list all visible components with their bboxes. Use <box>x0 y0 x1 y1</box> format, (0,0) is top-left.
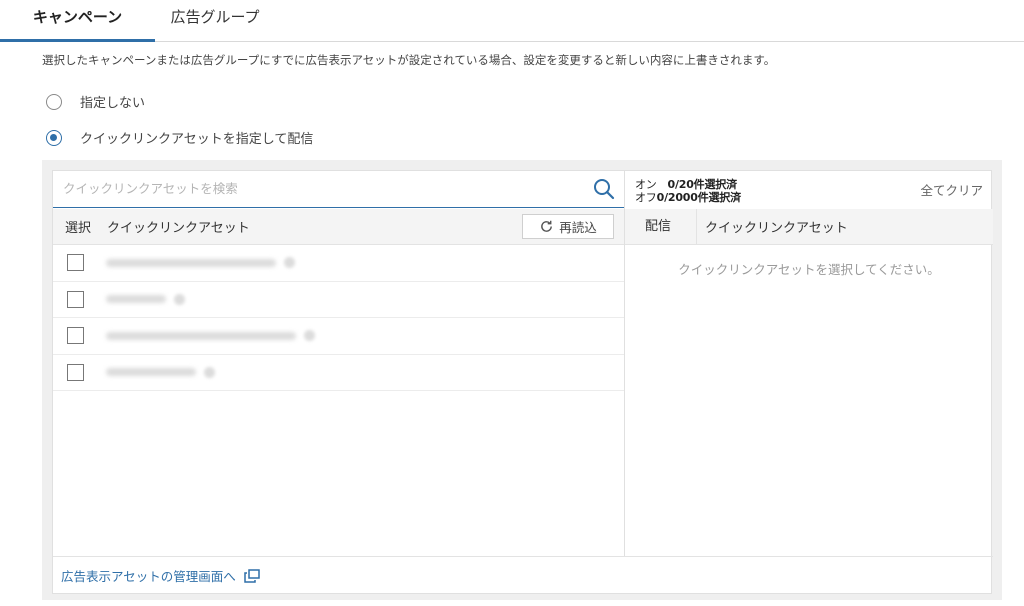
search-bar <box>53 171 624 208</box>
blurred-asset-name <box>106 295 166 304</box>
column-header-quicklink-asset: クイックリンクアセット <box>705 221 848 236</box>
blurred-asset-name <box>106 331 296 340</box>
radio-label: 指定しない <box>80 96 146 111</box>
blurred-asset-name <box>106 368 196 377</box>
row-checkbox[interactable] <box>67 254 84 272</box>
refresh-icon <box>541 220 553 232</box>
info-icon <box>204 366 215 378</box>
blurred-asset-name <box>106 258 276 267</box>
info-icon <box>284 257 295 269</box>
info-icon <box>304 330 315 342</box>
row-checkbox[interactable] <box>67 363 84 381</box>
table-row[interactable] <box>53 355 624 391</box>
table-row[interactable] <box>53 282 624 318</box>
row-checkbox[interactable] <box>67 290 84 308</box>
selected-assets-header: 配信 クイックリンクアセット <box>625 208 993 245</box>
table-row[interactable] <box>53 245 624 282</box>
radio-button[interactable] <box>46 93 62 110</box>
overwrite-notice: 選択したキャンペーンまたは広告グループにすでに広告表示アセットが設定されている場… <box>42 53 776 67</box>
reload-label: 再読込 <box>559 220 597 235</box>
reload-button[interactable]: 再読込 <box>522 214 614 239</box>
selected-assets-pane: オン 0/20件選択済 オフ0/2000件選択済 全てクリア 配信 クイックリン… <box>625 171 993 556</box>
radio-specify-quicklink[interactable]: クイックリンクアセットを指定して配信 <box>46 128 313 147</box>
tab-campaign[interactable]: キャンペーン <box>0 0 155 42</box>
table-row[interactable] <box>53 318 624 355</box>
radio-no-specify[interactable]: 指定しない <box>46 92 145 111</box>
available-assets-header: 選択 クイックリンクアセット 再読込 <box>53 209 624 245</box>
external-window-icon <box>244 568 260 583</box>
asset-selection-panel: 選択 クイックリンクアセット 再読込 <box>42 160 1002 600</box>
asset-management-link[interactable]: 広告表示アセットの管理画面へ <box>61 566 260 585</box>
tab-bar: キャンペーン 広告グループ <box>0 0 1024 42</box>
selection-summary: オン 0/20件選択済 オフ0/2000件選択済 全てクリア <box>625 171 993 208</box>
clear-all-link[interactable]: 全てクリア <box>920 180 983 199</box>
available-assets-pane: 選択 クイックリンクアセット 再読込 <box>53 171 625 556</box>
column-header-deliver: 配信 <box>625 208 697 245</box>
empty-selection-message: クイックリンクアセットを選択してください。 <box>678 262 940 277</box>
available-assets-list <box>53 245 624 391</box>
off-count: オフ0/2000件選択済 <box>635 191 741 204</box>
row-checkbox[interactable] <box>67 327 84 345</box>
asset-selection-inner: 選択 クイックリンクアセット 再読込 <box>52 170 993 594</box>
radio-label: クイックリンクアセットを指定して配信 <box>80 132 314 147</box>
radio-button-checked[interactable] <box>46 129 62 146</box>
panel-footer: 広告表示アセットの管理画面へ <box>53 556 993 594</box>
tab-ad-group[interactable]: 広告グループ <box>160 0 270 42</box>
info-icon <box>174 293 185 305</box>
search-icon[interactable] <box>592 177 616 201</box>
search-input[interactable] <box>53 171 573 206</box>
asset-management-link-label: 広告表示アセットの管理画面へ <box>61 569 236 584</box>
column-header-select: 選択 <box>65 221 92 236</box>
